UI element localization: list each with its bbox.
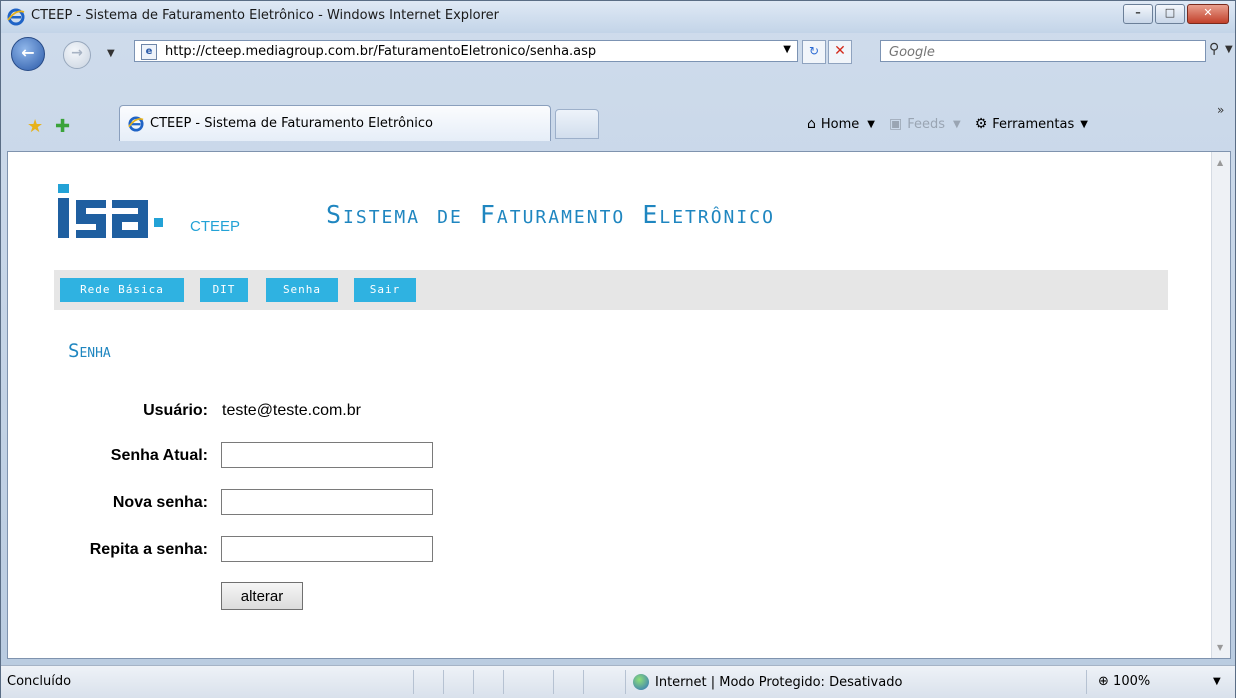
minimize-icon: – [1135, 6, 1141, 19]
search-box[interactable] [880, 40, 1206, 62]
minimize-button[interactable]: – [1123, 4, 1153, 24]
add-to-favorites-icon[interactable]: ✚ [55, 116, 70, 137]
tab-cteep[interactable]: CTEEP - Sistema de Faturamento Eletrônic… [119, 105, 551, 141]
menu-sair[interactable]: Sair [354, 278, 416, 302]
app-title: Sistema de Faturamento Eletrônico [326, 200, 775, 229]
security-zone[interactable]: Internet | Modo Protegido: Desativado [633, 674, 902, 690]
recent-pages-dropdown-icon[interactable]: ▼ [107, 48, 115, 59]
menu-senha[interactable]: Senha [266, 278, 338, 302]
back-arrow-icon: ← [21, 43, 35, 62]
search-options-dropdown-icon[interactable]: ▼ [1225, 44, 1233, 55]
title-bar: CTEEP - Sistema de Faturamento Eletrônic… [1, 1, 1235, 33]
new-tab-button[interactable] [555, 109, 599, 139]
tools-dropdown-icon[interactable]: ▼ [1080, 119, 1088, 130]
address-dropdown-icon[interactable]: ▼ [783, 44, 791, 55]
feeds-dropdown-icon[interactable]: ▼ [953, 119, 961, 130]
current-password-field[interactable] [221, 442, 433, 468]
stop-icon: ✕ [834, 43, 846, 59]
status-divider [473, 670, 474, 694]
status-divider [443, 670, 444, 694]
back-button[interactable]: ← [11, 37, 45, 71]
zoom-dropdown-icon[interactable]: ▼ [1213, 676, 1221, 687]
address-url[interactable]: http://cteep.mediagroup.com.br/Faturamen… [165, 44, 596, 59]
status-divider [503, 670, 504, 694]
home-icon: ⌂ [807, 116, 816, 132]
repeat-password-field[interactable] [221, 536, 433, 562]
globe-icon [633, 674, 649, 690]
brand-label: CTEEP [190, 218, 241, 235]
status-divider [413, 670, 414, 694]
home-dropdown-icon[interactable]: ▼ [867, 119, 875, 130]
more-chevron-icon[interactable]: » [1217, 103, 1224, 117]
repeat-password-label: Repita a senha: [89, 541, 208, 558]
vertical-scrollbar[interactable]: ▲ ▼ [1211, 152, 1230, 658]
close-icon: ✕ [1203, 6, 1213, 19]
stop-button[interactable]: ✕ [828, 40, 852, 64]
menu-dit[interactable]: DIT [200, 278, 248, 302]
status-divider [553, 670, 554, 694]
window-title: CTEEP - Sistema de Faturamento Eletrônic… [31, 8, 499, 23]
navigation-bar: ← → ▼ e http://cteep.mediagroup.com.br/F… [1, 35, 1235, 93]
status-divider [1086, 670, 1087, 694]
refresh-button[interactable]: ↻ [802, 40, 826, 64]
tools-button[interactable]: ⚙ Ferramentas ▼ [975, 116, 1088, 132]
tab-label: CTEEP - Sistema de Faturamento Eletrônic… [150, 116, 433, 131]
maximize-icon: □ [1164, 6, 1176, 19]
feeds-button[interactable]: ▣ Feeds ▼ [889, 116, 961, 132]
status-text: Concluído [7, 674, 72, 689]
menu-rede-basica[interactable]: Rede Básica [60, 278, 184, 302]
status-divider [583, 670, 584, 694]
internet-explorer-icon [7, 8, 25, 26]
section-title: Senha [68, 340, 111, 362]
internet-explorer-icon [128, 116, 144, 132]
user-value: teste@teste.com.br [222, 402, 361, 419]
window-controls: – □ ✕ [1121, 4, 1229, 24]
feeds-icon: ▣ [888, 116, 903, 132]
favorites-center-icon[interactable]: ★ [27, 116, 43, 137]
search-icon[interactable]: ⚲ [1209, 41, 1219, 57]
status-bar: Concluído Internet | Modo Protegido: Des… [1, 665, 1235, 698]
feeds-label: Feeds [907, 116, 946, 132]
change-password-button[interactable]: alterar [221, 582, 303, 610]
new-password-field[interactable] [221, 489, 433, 515]
scroll-up-icon[interactable]: ▲ [1217, 158, 1223, 167]
page-icon: e [141, 44, 157, 60]
zoom-control[interactable]: ⊕ 100% [1098, 674, 1150, 689]
refresh-icon: ↻ [808, 44, 820, 58]
main-menu: Rede Básica DIT Senha Sair [54, 270, 1168, 310]
page-content: CTEEP Sistema de Faturamento Eletrônico … [7, 151, 1231, 659]
zoom-level: 100% [1113, 674, 1151, 689]
home-button[interactable]: ⌂ Home ▼ [807, 116, 875, 132]
isa-logo [58, 184, 163, 238]
search-input[interactable] [887, 43, 1161, 61]
home-label: Home [820, 116, 860, 132]
gear-icon: ⚙ [974, 116, 988, 132]
tools-label: Ferramentas [992, 116, 1075, 132]
status-divider [625, 670, 626, 694]
forward-button[interactable]: → [63, 41, 91, 69]
address-bar[interactable]: e http://cteep.mediagroup.com.br/Faturam… [134, 40, 798, 62]
close-button[interactable]: ✕ [1187, 4, 1229, 24]
current-password-label: Senha Atual: [110, 447, 208, 464]
new-password-label: Nova senha: [112, 494, 208, 511]
browser-window: CTEEP - Sistema de Faturamento Eletrônic… [0, 0, 1236, 698]
zone-text: Internet | Modo Protegido: Desativado [655, 674, 903, 690]
user-label: Usuário: [143, 402, 208, 419]
command-bar: ⌂ Home ▼ ▣ Feeds ▼ ⚙ Ferramentas ▼ [807, 109, 1102, 139]
scroll-down-icon[interactable]: ▼ [1217, 643, 1223, 652]
zoom-icon: ⊕ [1098, 674, 1109, 689]
maximize-button[interactable]: □ [1155, 4, 1185, 24]
forward-arrow-icon: → [71, 45, 83, 61]
